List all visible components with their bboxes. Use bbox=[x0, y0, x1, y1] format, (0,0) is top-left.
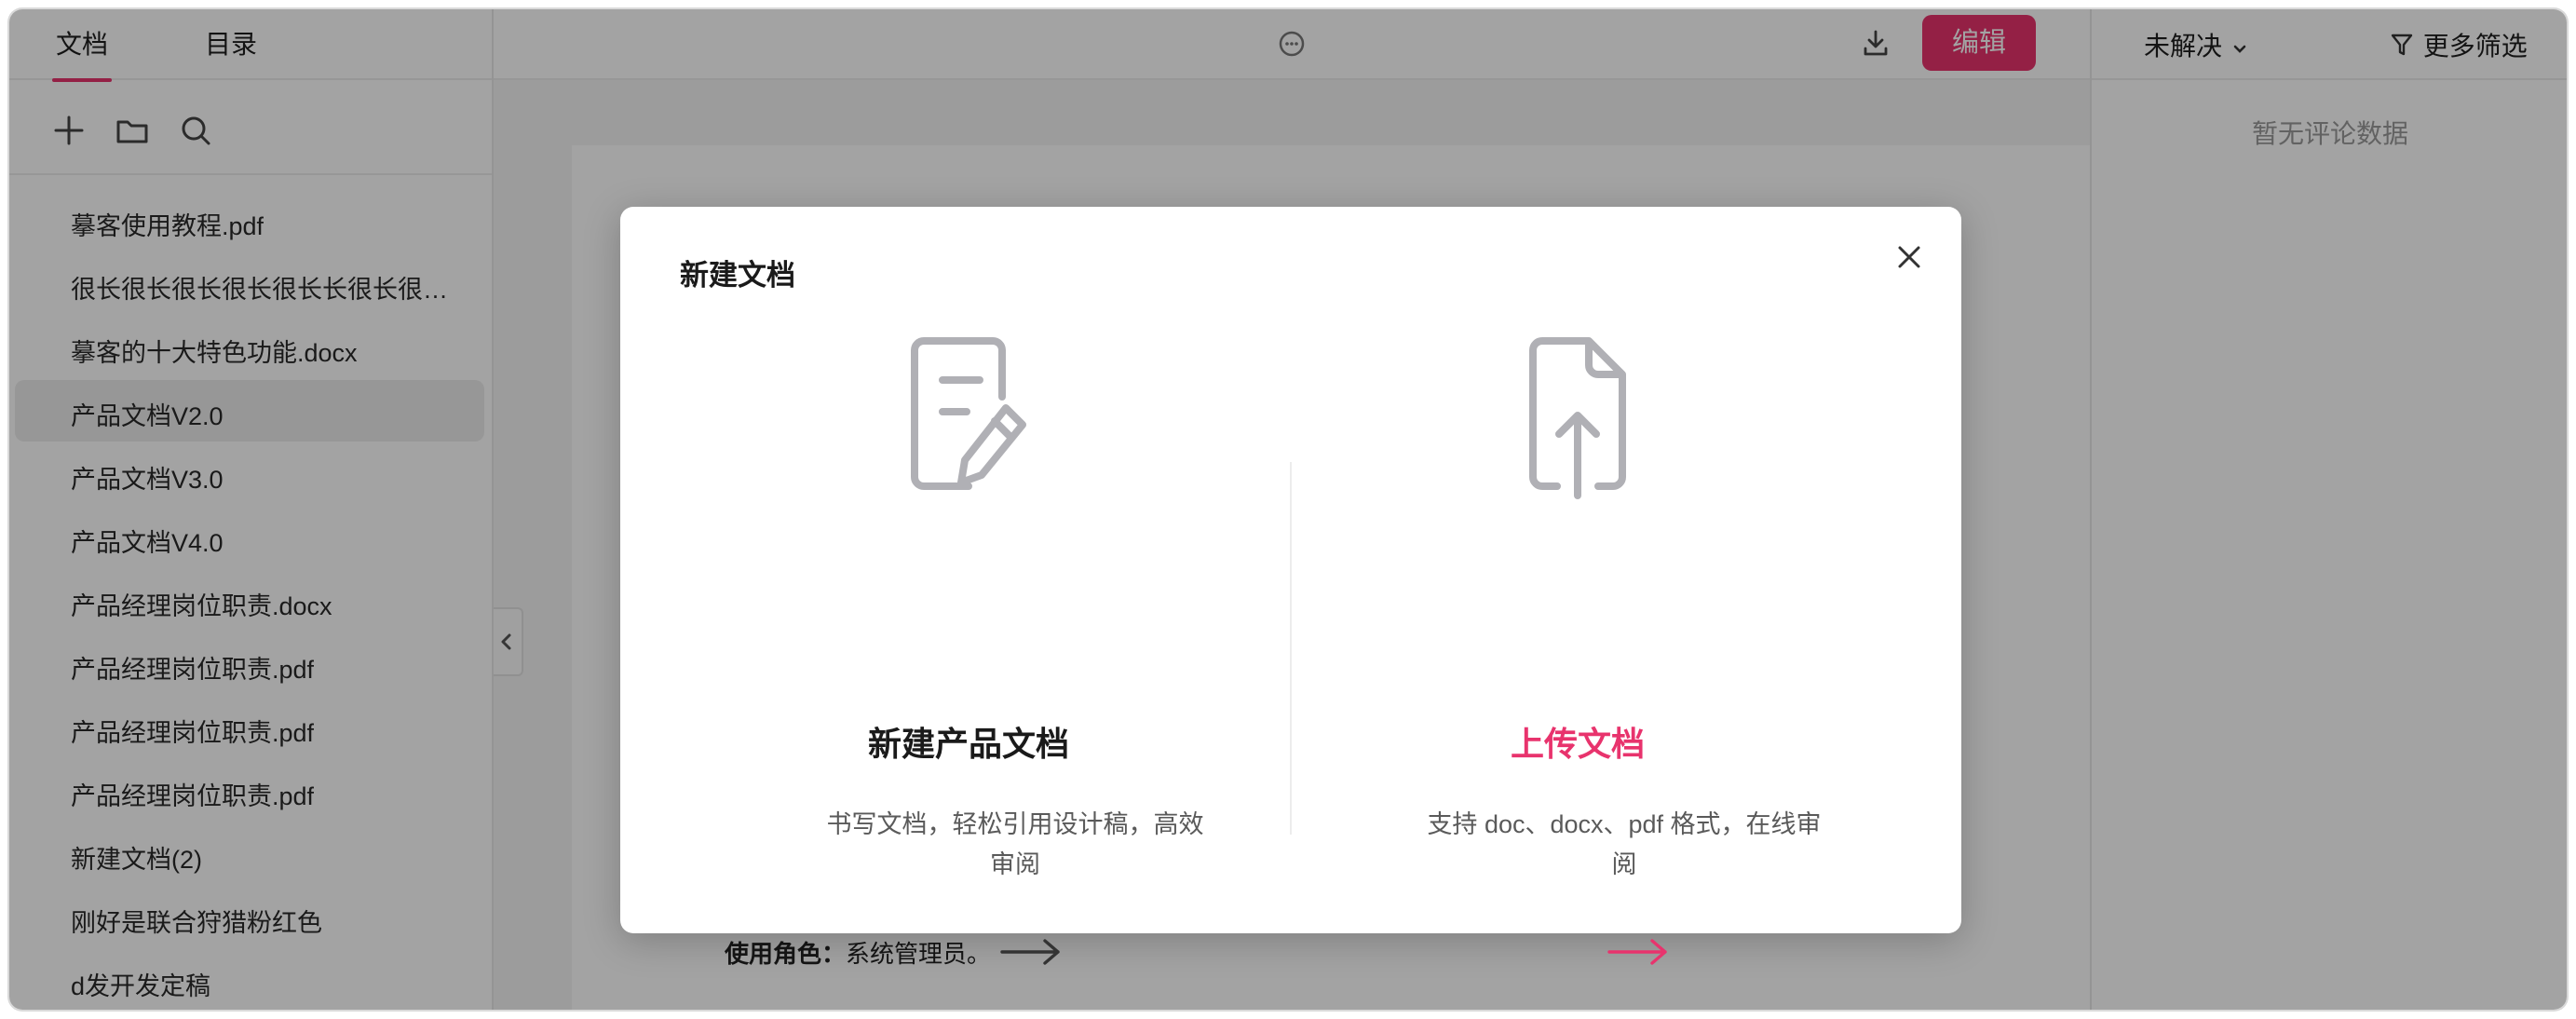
option-title: 新建产品文档 bbox=[867, 725, 1069, 763]
new-product-document-option[interactable]: 新建产品文档 书写文档，轻松引用设计稿，高效审阅 bbox=[680, 319, 1257, 965]
arrow-right-icon[interactable] bbox=[998, 933, 1064, 971]
option-description: 书写文档，轻松引用设计稿，高效审阅 bbox=[826, 810, 1204, 878]
new-document-modal: 新建文档 新建产品文档 书写文档，轻松引用设计稿，高效审阅 上传文档 支持 do… bbox=[620, 207, 1961, 965]
option-description: 支持 doc、docx、pdf 格式，在线审阅 bbox=[1427, 810, 1822, 878]
arrow-right-icon[interactable] bbox=[1606, 933, 1671, 971]
app-window: 文档 目录 摹客使用教程.pdf 很长很长很长很长很长长很长很长很长很长很长 摹… bbox=[9, 9, 2567, 1010]
document-edit-icon bbox=[911, 337, 1026, 490]
option-title: 上传文档 bbox=[1510, 725, 1645, 763]
upload-document-option[interactable]: 上传文档 支持 doc、docx、pdf 格式，在线审阅 bbox=[1289, 319, 1866, 965]
file-upload-icon bbox=[1529, 337, 1626, 499]
close-icon[interactable] bbox=[1889, 237, 1930, 278]
modal-title: 新建文档 bbox=[680, 259, 795, 292]
